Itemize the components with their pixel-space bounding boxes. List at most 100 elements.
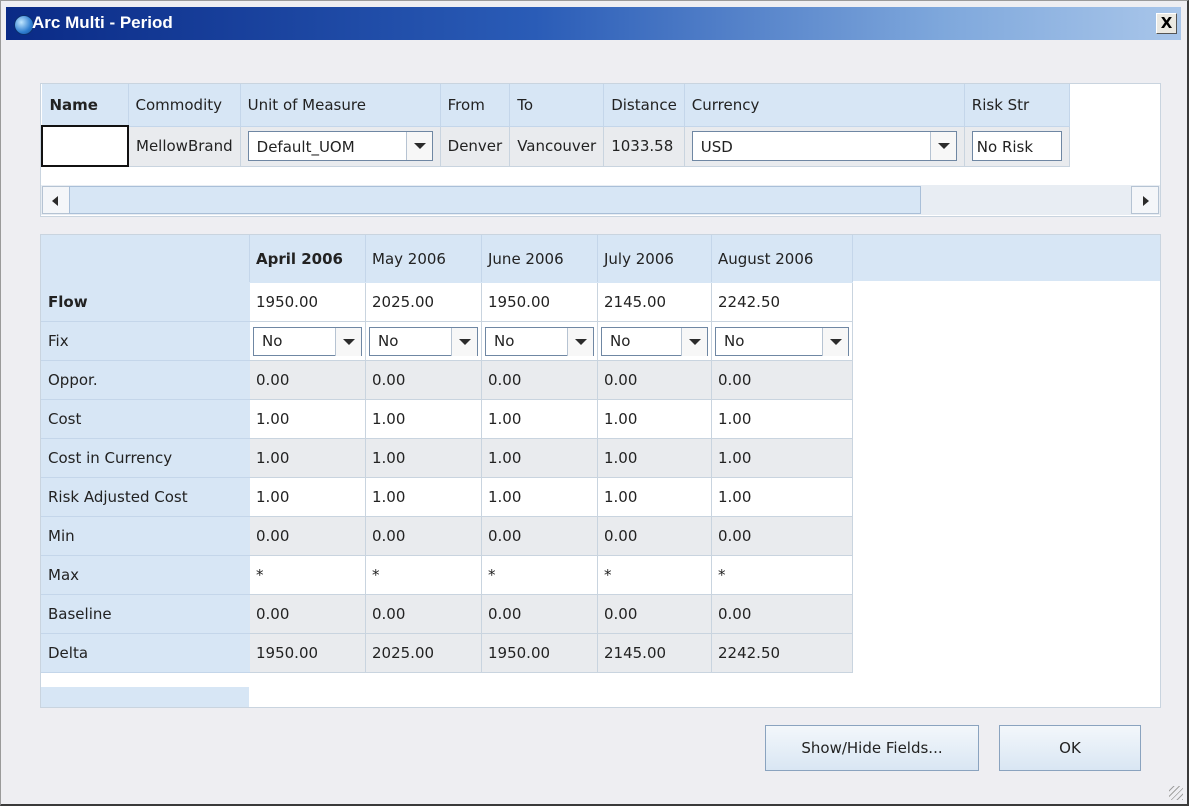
grid-cell[interactable]: 1.00: [711, 438, 853, 478]
grid-cell[interactable]: 0.00: [365, 594, 482, 634]
grid-cell[interactable]: 1950.00: [249, 282, 366, 322]
column-header-name[interactable]: Name: [41, 84, 129, 127]
period-header[interactable]: April 2006: [249, 235, 366, 283]
resize-grip-icon[interactable]: [1169, 786, 1183, 800]
grid-cell[interactable]: 0.00: [249, 360, 366, 400]
grid-cell[interactable]: *: [249, 555, 366, 595]
to-cell: Vancouver: [509, 125, 605, 167]
grid-cell[interactable]: 1.00: [481, 438, 598, 478]
grid-cell[interactable]: 1.00: [365, 477, 482, 517]
grid-cell[interactable]: 1.00: [597, 477, 712, 517]
currency-select[interactable]: USD: [691, 131, 957, 161]
fix-value: No: [610, 331, 631, 350]
grid-cell[interactable]: 1.00: [597, 399, 712, 439]
column-header-from[interactable]: From: [439, 84, 511, 127]
grid-cell[interactable]: 0.00: [597, 594, 712, 634]
grid-cell[interactable]: 2242.50: [711, 633, 853, 673]
grid-cell[interactable]: 2242.50: [711, 282, 853, 322]
currency-cell: USD: [683, 125, 965, 167]
grid-cell[interactable]: 1950.00: [481, 282, 598, 322]
grid-cell[interactable]: 1.00: [711, 477, 853, 517]
grid-cell[interactable]: *: [597, 555, 712, 595]
grid-cell[interactable]: 0.00: [481, 360, 598, 400]
table-row: Cost 1.00 1.00 1.00 1.00 1.00: [41, 399, 853, 439]
grid-cell[interactable]: 2145.00: [597, 633, 712, 673]
grid-cell[interactable]: 0.00: [481, 516, 598, 556]
scrollbar-thumb[interactable]: [69, 186, 921, 214]
close-button[interactable]: X: [1156, 13, 1177, 34]
grid-cell[interactable]: *: [711, 555, 853, 595]
uom-value: Default_UOM: [256, 138, 355, 156]
fix-select[interactable]: No: [715, 326, 849, 356]
grid-cell[interactable]: 1.00: [249, 399, 366, 439]
fix-select[interactable]: No: [253, 326, 362, 356]
chevron-down-icon[interactable]: [822, 327, 848, 356]
column-header-uom[interactable]: Unit of Measure: [239, 84, 441, 127]
column-header-distance[interactable]: Distance: [603, 84, 685, 127]
grid-cell[interactable]: 1.00: [711, 399, 853, 439]
show-hide-fields-button[interactable]: Show/Hide Fields...: [765, 725, 979, 771]
ok-button[interactable]: OK: [999, 725, 1141, 771]
fix-select[interactable]: No: [369, 326, 478, 356]
grid-cell[interactable]: 1.00: [365, 438, 482, 478]
risk-select[interactable]: No Risk: [971, 131, 1062, 161]
grid-cell[interactable]: *: [365, 555, 482, 595]
period-header[interactable]: July 2006: [597, 235, 712, 283]
grid-cell[interactable]: 2025.00: [365, 282, 482, 322]
title-bar[interactable]: Arc Multi - Period X: [6, 7, 1181, 40]
fix-value: No: [262, 331, 283, 350]
window-title: Arc Multi - Period: [32, 13, 173, 32]
scroll-left-icon[interactable]: [42, 186, 70, 214]
uom-select[interactable]: Default_UOM: [247, 131, 433, 161]
grid-cell[interactable]: 0.00: [597, 360, 712, 400]
column-header-to[interactable]: To: [509, 84, 605, 127]
chevron-down-icon[interactable]: [567, 327, 593, 356]
chevron-down-icon[interactable]: [405, 132, 432, 160]
period-header[interactable]: June 2006: [481, 235, 598, 283]
chevron-down-icon[interactable]: [681, 327, 707, 356]
chevron-down-icon[interactable]: [929, 132, 956, 160]
fix-value: No: [494, 331, 515, 350]
grid-cell[interactable]: 0.00: [365, 516, 482, 556]
grid-cell[interactable]: 1950.00: [249, 633, 366, 673]
grid-cell[interactable]: 0.00: [249, 594, 366, 634]
chevron-down-icon[interactable]: [335, 327, 361, 356]
table-row: Max * * * * *: [41, 555, 853, 595]
fix-select[interactable]: No: [485, 326, 594, 356]
column-header-currency[interactable]: Currency: [683, 84, 965, 127]
scroll-right-icon[interactable]: [1131, 186, 1159, 214]
grid-cell[interactable]: 1.00: [249, 477, 366, 517]
grid-cell[interactable]: 1950.00: [481, 633, 598, 673]
grid-cell[interactable]: 1.00: [597, 438, 712, 478]
name-cell[interactable]: [41, 125, 129, 167]
grid-cell[interactable]: 1.00: [481, 399, 598, 439]
grid-cell[interactable]: 1.00: [481, 477, 598, 517]
fix-cell: No: [365, 321, 482, 361]
horizontal-scrollbar[interactable]: [41, 185, 1160, 215]
row-header-tail: [41, 687, 249, 707]
grid-cell[interactable]: 2025.00: [365, 633, 482, 673]
grid-cell[interactable]: *: [481, 555, 598, 595]
column-header-commodity[interactable]: Commodity: [127, 84, 241, 127]
grid-cell[interactable]: 0.00: [249, 516, 366, 556]
corner-cell: [41, 235, 250, 283]
grid-cell[interactable]: 1.00: [249, 438, 366, 478]
grid-cell[interactable]: 1.00: [365, 399, 482, 439]
distance-cell: 1033.58: [603, 125, 685, 167]
grid-cell[interactable]: 0.00: [481, 594, 598, 634]
fix-select[interactable]: No: [601, 326, 708, 356]
grid-cell[interactable]: 0.00: [711, 516, 853, 556]
column-header-risk[interactable]: Risk Str: [963, 84, 1070, 127]
table-row: Flow 1950.00 2025.00 1950.00 2145.00 2242.50: [41, 282, 853, 322]
grid-cell[interactable]: 0.00: [597, 516, 712, 556]
grid-cell[interactable]: 0.00: [711, 594, 853, 634]
row-label: Baseline: [41, 594, 250, 634]
chevron-down-icon[interactable]: [451, 327, 477, 356]
currency-value: USD: [700, 138, 733, 156]
period-header[interactable]: August 2006: [711, 235, 853, 283]
grid-cell[interactable]: 0.00: [711, 360, 853, 400]
period-header[interactable]: May 2006: [365, 235, 482, 283]
grid-cell[interactable]: 0.00: [365, 360, 482, 400]
grid-cell[interactable]: 2145.00: [597, 282, 712, 322]
period-grid: April 2006 May 2006 June 2006 July 2006 …: [40, 234, 1161, 708]
